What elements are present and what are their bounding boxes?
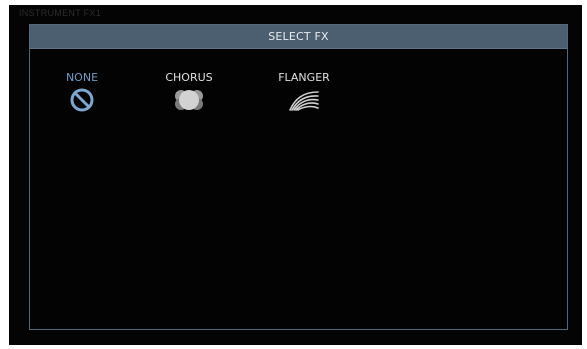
none-icon	[70, 88, 94, 112]
breadcrumb: INSTRUMENT FX1	[19, 8, 102, 18]
device-screen: INSTRUMENT FX1 SELECT FX NONE CHORUS FLA…	[9, 5, 582, 345]
fx-option-label: CHORUS	[165, 71, 213, 84]
fx-option-chorus[interactable]: CHORUS	[154, 71, 224, 113]
fx-option-none[interactable]: NONE	[47, 71, 117, 113]
dialog-title: SELECT FX	[268, 30, 329, 43]
select-fx-dialog: SELECT FX NONE CHORUS FLANGER	[29, 24, 568, 330]
fx-option-label: FLANGER	[278, 71, 330, 84]
dialog-header: SELECT FX	[30, 25, 567, 49]
chorus-icon	[175, 90, 203, 110]
flanger-icon	[289, 91, 319, 111]
fx-option-flanger[interactable]: FLANGER	[269, 71, 339, 113]
fx-option-label: NONE	[65, 71, 99, 84]
